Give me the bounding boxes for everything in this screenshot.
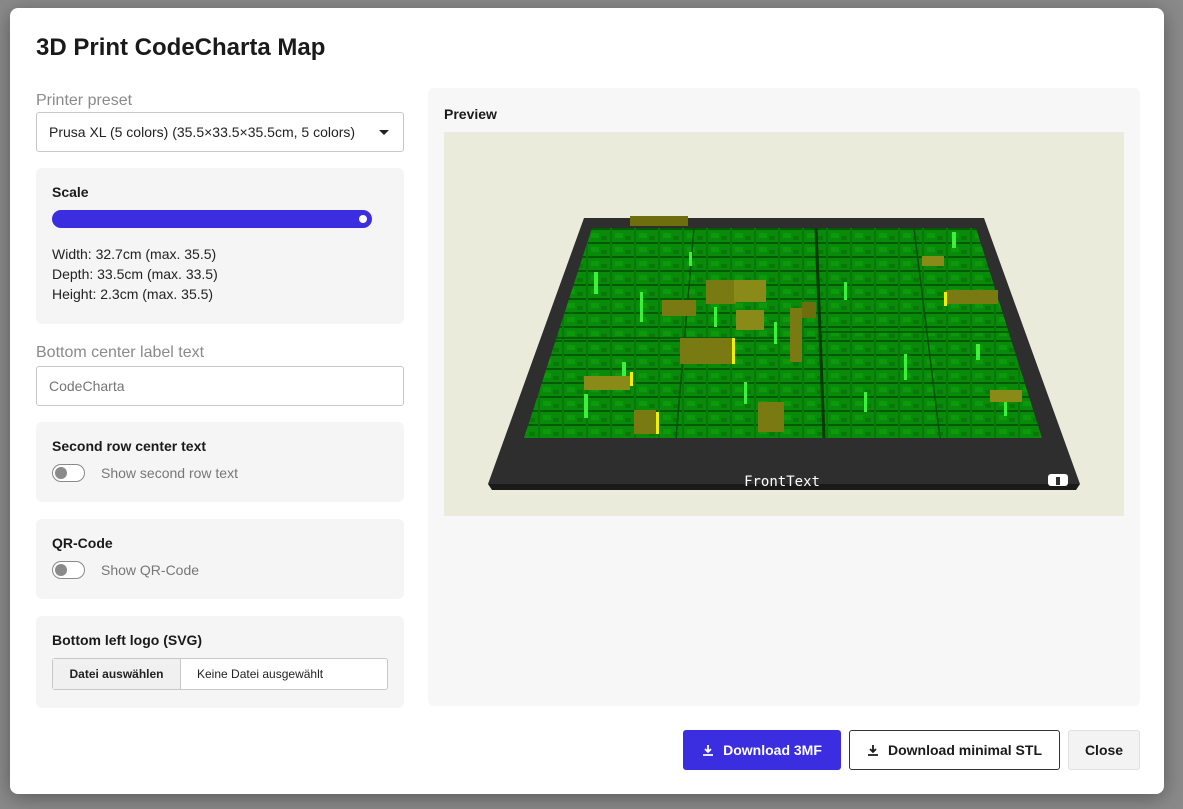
bottom-label-title: Bottom center label text [36, 344, 205, 361]
plate-logo-icon [1048, 474, 1068, 486]
second-row-toggle-label: Show second row text [101, 465, 238, 481]
printer-preset-label: Printer preset [36, 92, 133, 109]
height-readout: Height: 2.3cm (max. 35.5) [52, 286, 214, 302]
scale-slider-thumb[interactable] [357, 213, 369, 225]
download-stl-button[interactable]: Download minimal STL [849, 730, 1060, 770]
depth-readout: Depth: 33.5cm (max. 33.5) [52, 266, 218, 282]
qr-code-title: QR-Code [52, 535, 113, 551]
printer-preset-value: Prusa XL (5 colors) (35.5×33.5×35.5cm, 5… [49, 124, 356, 140]
qr-code-toggle[interactable] [52, 561, 85, 579]
toggle-knob [55, 564, 67, 576]
qr-code-toggle-label: Show QR-Code [101, 562, 200, 578]
second-row-card: Second row center text Show second row t… [36, 422, 404, 502]
choose-file-button[interactable]: Datei auswählen [53, 659, 181, 689]
download-3mf-label: Download 3MF [723, 742, 822, 758]
scale-card: Scale Width: 32.7cm (max. 35.5) Depth: 3… [36, 168, 404, 324]
print-dialog: 3D Print CodeCharta Map Printer preset P… [10, 8, 1164, 794]
printer-preset-select[interactable]: Prusa XL (5 colors) (35.5×33.5×35.5cm, 5… [36, 112, 404, 152]
logo-title: Bottom left logo (SVG) [52, 632, 203, 648]
qr-code-card: QR-Code Show QR-Code [36, 519, 404, 599]
preview-title: Preview [444, 106, 497, 122]
toggle-knob [55, 467, 67, 479]
scale-slider[interactable] [52, 210, 372, 228]
file-status: Keine Datei ausgewählt [197, 667, 324, 681]
dialog-title: 3D Print CodeCharta Map [36, 34, 326, 61]
download-icon [867, 744, 879, 756]
download-stl-label: Download minimal STL [887, 742, 1042, 758]
bottom-label-input[interactable] [36, 366, 404, 406]
download-icon [702, 744, 714, 756]
preview-panel: Preview FrontText [428, 88, 1140, 706]
width-readout: Width: 32.7cm (max. 35.5) [52, 246, 217, 262]
map-preview-render: FrontText [488, 216, 1080, 490]
second-row-toggle[interactable] [52, 464, 85, 482]
scale-title: Scale [52, 184, 89, 200]
logo-file-input[interactable]: Datei auswählen Keine Datei ausgewählt [52, 658, 388, 690]
logo-card: Bottom left logo (SVG) Datei auswählen K… [36, 616, 404, 708]
second-row-title: Second row center text [52, 438, 207, 454]
preview-canvas[interactable]: FrontText [444, 132, 1124, 516]
settings-column: Printer preset Prusa XL (5 colors) (35.5… [36, 90, 404, 708]
close-button[interactable]: Close [1068, 730, 1140, 770]
preview-front-text: FrontText [744, 474, 820, 490]
caret-down-icon [379, 130, 389, 135]
download-3mf-button[interactable]: Download 3MF [683, 730, 841, 770]
